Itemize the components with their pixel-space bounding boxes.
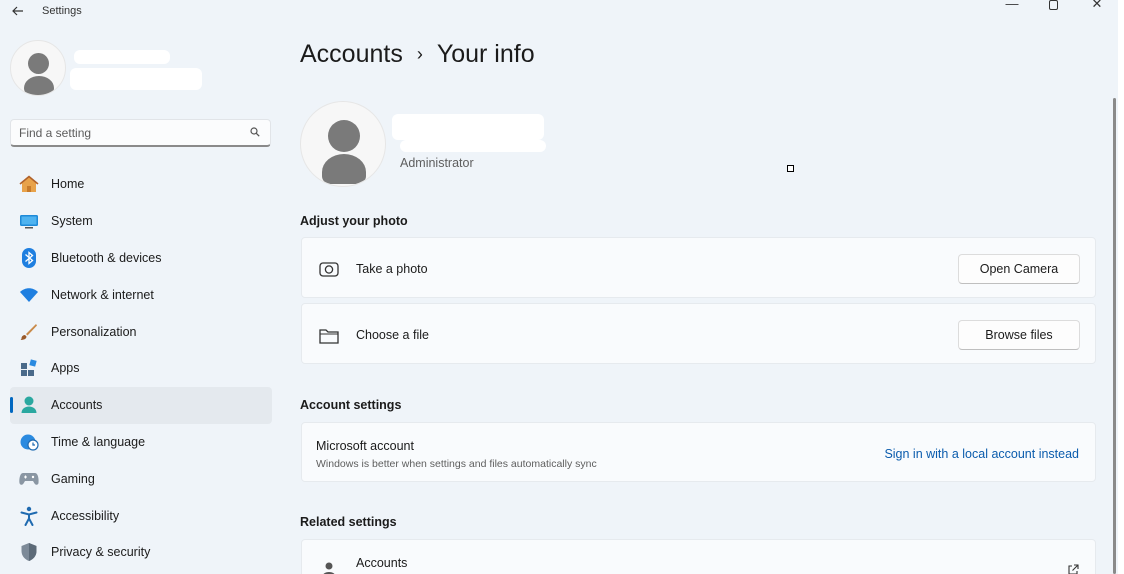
sidebar-item-label: Accounts	[51, 398, 103, 413]
sidebar-item-label: Bluetooth & devices	[51, 250, 162, 265]
person-icon	[323, 562, 335, 574]
sidebar-item-label: Time & language	[51, 434, 146, 449]
adjust-photo-heading: Adjust your photo	[300, 214, 408, 228]
take-photo-label: Take a photo	[356, 262, 428, 276]
related-settings-heading: Related settings	[300, 515, 397, 529]
redacted-user-email	[70, 68, 202, 90]
breadcrumb-parent[interactable]: Accounts	[300, 40, 403, 69]
title-bar: Settings — ✕	[0, 0, 1124, 24]
redacted-user-name	[74, 50, 170, 64]
take-photo-card: Take a photo Open Camera	[301, 237, 1096, 298]
account-settings-heading: Account settings	[300, 398, 402, 412]
sidebar-item-label: Personalization	[51, 324, 137, 339]
back-arrow-icon	[12, 6, 23, 16]
app-title: Settings	[42, 5, 82, 17]
breadcrumb: Accounts › Your info	[300, 40, 535, 69]
sidebar-item-privacy-security[interactable]: Privacy & security	[10, 534, 272, 571]
gamepad-icon	[18, 469, 40, 489]
accessibility-icon	[18, 506, 40, 526]
maximize-icon	[1048, 0, 1058, 10]
sidebar-item-label: Gaming	[51, 471, 95, 486]
choose-file-label: Choose a file	[356, 328, 429, 342]
folder-icon	[319, 329, 339, 344]
page-title: Your info	[436, 40, 535, 68]
window-edge	[1118, 0, 1124, 574]
globe-clock-icon	[18, 432, 40, 452]
profile-avatar	[300, 101, 386, 187]
sidebar-item-gaming[interactable]: Gaming	[10, 460, 272, 497]
sidebar-item-label: Apps	[51, 361, 80, 376]
redacted-display-name	[392, 114, 544, 140]
redacted-account-email	[400, 140, 546, 152]
avatar-head	[328, 120, 360, 152]
sidebar-nav: Home System Bluetooth & devices Network …	[10, 166, 272, 571]
minimize-icon: —	[1005, 0, 1019, 11]
open-camera-button[interactable]: Open Camera	[958, 254, 1080, 284]
sidebar-item-system[interactable]: System	[10, 203, 272, 240]
sidebar-item-bluetooth[interactable]: Bluetooth & devices	[10, 240, 272, 277]
avatar-body	[322, 154, 366, 184]
close-button[interactable]: ✕	[1075, 0, 1119, 14]
sidebar-item-home[interactable]: Home	[10, 166, 272, 203]
related-accounts-label: Accounts	[356, 556, 408, 570]
paintbrush-icon	[18, 322, 40, 342]
search-box[interactable]	[10, 119, 271, 147]
close-icon: ✕	[1091, 0, 1103, 11]
search-icon	[250, 127, 260, 137]
back-button[interactable]	[8, 2, 28, 20]
sidebar-item-label: System	[51, 214, 93, 229]
apps-icon	[18, 358, 40, 378]
sidebar-item-label: Network & internet	[51, 287, 154, 302]
user-avatar[interactable]	[10, 40, 66, 96]
person-icon	[18, 395, 40, 415]
cursor-marker	[787, 165, 794, 172]
bluetooth-icon	[18, 247, 40, 268]
account-role: Administrator	[400, 156, 474, 170]
sign-in-local-account-link[interactable]: Sign in with a local account instead	[884, 447, 1079, 461]
microsoft-account-card: Microsoft account Windows is better when…	[301, 422, 1096, 482]
shield-icon	[18, 542, 40, 562]
active-indicator	[10, 396, 13, 413]
wifi-icon	[18, 285, 40, 305]
home-icon	[18, 174, 40, 194]
sidebar-item-network[interactable]: Network & internet	[10, 276, 272, 313]
choose-file-card: Choose a file Browse files	[301, 303, 1096, 364]
sidebar-item-accessibility[interactable]: Accessibility	[10, 497, 272, 534]
maximize-button[interactable]	[1031, 0, 1075, 14]
sidebar-item-label: Accessibility	[51, 508, 120, 523]
browse-files-button[interactable]: Browse files	[958, 320, 1080, 350]
search-input[interactable]	[19, 124, 239, 142]
camera-icon	[319, 262, 339, 277]
microsoft-account-subtitle: Windows is better when settings and file…	[316, 458, 597, 470]
avatar-body	[24, 76, 54, 95]
sidebar-item-personalization[interactable]: Personalization	[10, 313, 272, 350]
sidebar-item-accounts[interactable]: Accounts	[10, 386, 272, 424]
scrollbar[interactable]	[1113, 98, 1116, 574]
sidebar-item-apps[interactable]: Apps	[10, 350, 272, 387]
sidebar-item-label: Privacy & security	[51, 545, 151, 560]
sidebar-item-time-language[interactable]: Time & language	[10, 424, 272, 461]
breadcrumb-separator: ›	[416, 44, 423, 64]
system-icon	[18, 211, 40, 231]
microsoft-account-title: Microsoft account	[316, 439, 414, 453]
minimize-button[interactable]: —	[990, 0, 1034, 14]
open-external-icon	[1068, 564, 1079, 574]
avatar-head	[28, 53, 49, 74]
related-accounts-card[interactable]: Accounts	[301, 539, 1096, 574]
sidebar-item-label: Home	[51, 177, 85, 192]
